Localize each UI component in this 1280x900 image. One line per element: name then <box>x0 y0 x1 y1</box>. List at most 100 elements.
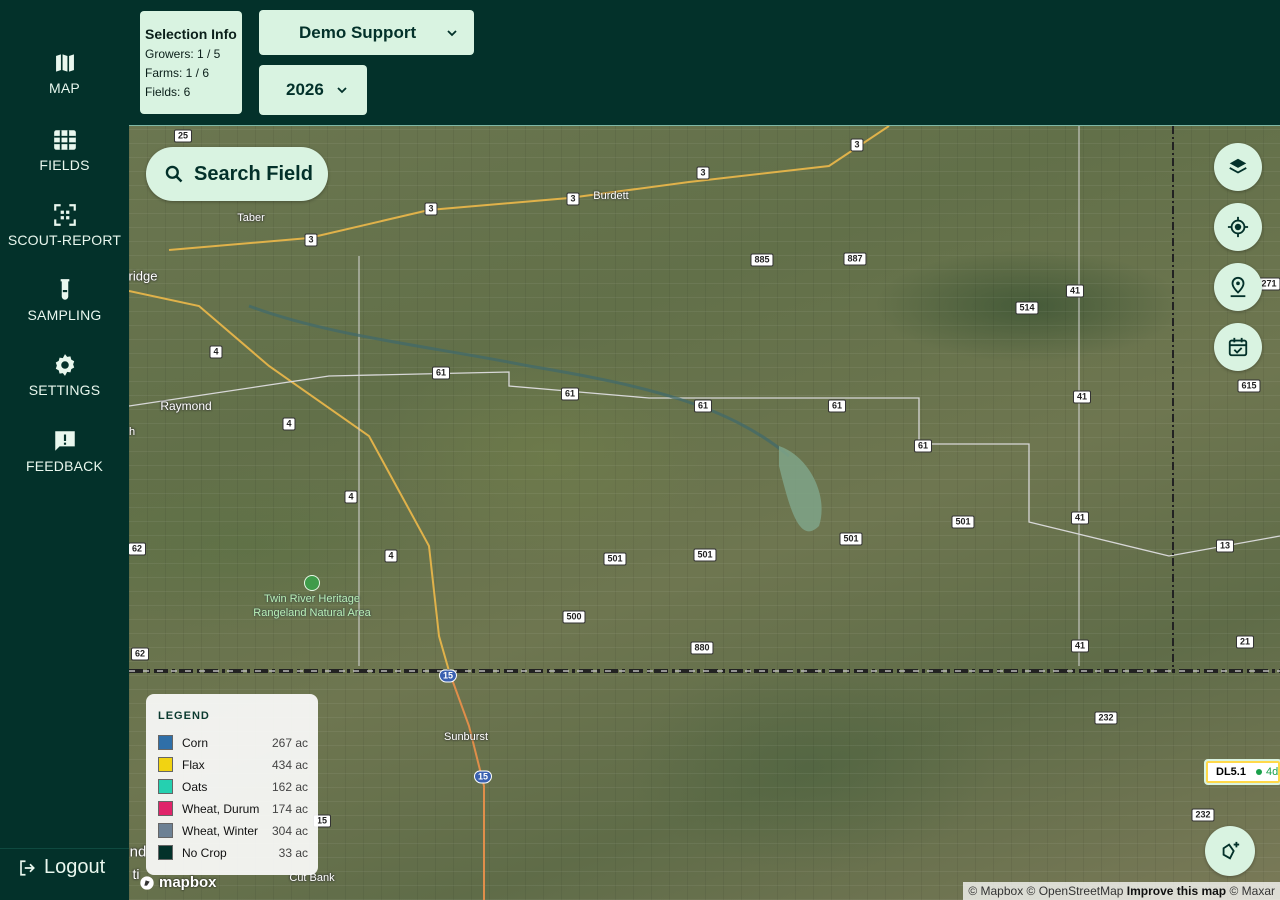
sidebar-item-label: FEEDBACK <box>25 458 104 474</box>
map-label-raymond: Raymond <box>160 399 212 413</box>
legend-panel: LEGEND Corn 267 ac Flax 434 ac Oats 162 ac … <box>146 694 318 875</box>
legend-item-acres: 174 ac <box>271 801 308 816</box>
map-pin-icon <box>1230 276 1246 298</box>
attribution-maxar-link[interactable]: © Maxar <box>1229 884 1275 898</box>
scan-icon <box>53 204 76 226</box>
legend-item-acres: 267 ac <box>271 735 308 750</box>
attribution-osm-link[interactable]: © OpenStreetMap <box>1027 884 1124 898</box>
logout-label: Logout <box>44 856 106 878</box>
sidebar-item-label: FIELDS <box>39 157 90 173</box>
road-shield: 500 <box>562 610 586 624</box>
sidebar-item-label: SETTINGS <box>28 382 101 398</box>
sidebar-item-map[interactable]: MAP <box>0 50 129 96</box>
logout-icon <box>20 859 35 876</box>
interstate-shield: 15 <box>438 669 458 683</box>
sidebar: MAP FIELDS SCOUT-REPORT SAMPLING SETTING… <box>0 0 130 900</box>
road-shield: 232 <box>1191 808 1215 822</box>
add-field-button[interactable] <box>1205 826 1255 876</box>
legend-item-acres: 162 ac <box>271 779 308 794</box>
road-shield: 4 <box>209 345 223 359</box>
legend-swatch <box>158 735 173 750</box>
mapbox-logo[interactable]: mapbox <box>139 874 217 891</box>
road-shield: 61 <box>827 399 847 413</box>
satellite-map[interactable]: Taber Burdett ridge Raymond h Sunburst C… <box>129 126 1280 900</box>
attribution-mapbox-link[interactable]: © Mapbox <box>968 884 1023 898</box>
grower-select[interactable]: Demo Support <box>259 10 474 55</box>
mapbox-logo-text: mapbox <box>159 874 217 891</box>
add-polygon-icon <box>1222 841 1240 860</box>
chevron-down-icon <box>337 87 347 94</box>
map-label-nd: nd <box>129 843 147 861</box>
layers-icon <box>1229 158 1247 174</box>
legend-item-name: Wheat, Winter <box>182 823 259 838</box>
pin-button[interactable] <box>1214 263 1262 311</box>
selection-info-title: Selection Info <box>145 26 237 42</box>
road-shield: 887 <box>843 252 867 266</box>
road-shield: 3 <box>850 138 864 152</box>
map-icon <box>53 52 76 74</box>
field-badge-label: DL5.1 <box>1216 766 1246 778</box>
selection-info-growers: Growers: 1 / 5 <box>145 47 221 61</box>
calendar-button[interactable] <box>1214 323 1262 371</box>
field-badge-age: 4d <box>1265 766 1279 778</box>
legend-item: No Crop 33 ac <box>158 845 308 860</box>
road-shield: 501 <box>693 548 717 562</box>
status-dot <box>1255 769 1262 775</box>
legend-item-acres: 33 ac <box>278 845 308 860</box>
locate-button[interactable] <box>1214 203 1262 251</box>
search-field-button[interactable]: Search Field <box>146 147 328 201</box>
interstate-shield: 15 <box>473 770 493 784</box>
field-badge[interactable]: DL5.1 4d <box>1204 759 1280 785</box>
road-shield: 501 <box>603 552 627 566</box>
legend-item: Wheat, Durum 174 ac <box>158 801 308 816</box>
park-label-line-1: Twin River Heritage <box>264 593 360 605</box>
sidebar-item-scout-report[interactable]: SCOUT-REPORT <box>0 202 129 248</box>
road-shield: 885 <box>750 253 774 267</box>
sidebar-item-label: SAMPLING <box>27 307 102 323</box>
layers-button[interactable] <box>1214 143 1262 191</box>
road-shield: 3 <box>566 192 580 206</box>
road-shield: 21 <box>1235 635 1255 649</box>
improve-map-link[interactable]: Improve this map <box>1127 884 1226 898</box>
logout-button[interactable]: Logout <box>18 856 105 879</box>
map-label-sunburst: Sunburst <box>443 731 489 743</box>
legend-swatch <box>158 779 173 794</box>
road-shield: 3 <box>304 233 318 247</box>
calendar-check-icon <box>1228 337 1248 357</box>
legend-swatch <box>158 845 173 860</box>
road-shield: 501 <box>951 515 975 529</box>
road-shield: 61 <box>913 439 933 453</box>
road-shield: 25 <box>173 129 193 143</box>
road-shield: 61 <box>560 387 580 401</box>
search-icon <box>165 165 183 183</box>
road-shield: 62 <box>130 647 150 661</box>
legend-item: Oats 162 ac <box>158 779 308 794</box>
legend-item-name: Oats <box>182 779 208 794</box>
road-shield: 4 <box>344 490 358 504</box>
legend-swatch <box>158 823 173 838</box>
year-select-value: 2026 <box>286 80 324 99</box>
legend-swatch <box>158 801 173 816</box>
selection-info-fields: Fields: 6 <box>145 85 191 99</box>
map-label-ridge: ridge <box>129 268 158 284</box>
sidebar-item-settings[interactable]: SETTINGS <box>0 352 129 398</box>
sidebar-item-sampling[interactable]: SAMPLING <box>0 277 129 323</box>
legend-item-name: No Crop <box>182 845 227 860</box>
year-select[interactable]: 2026 <box>259 65 367 115</box>
legend-item-acres: 434 ac <box>271 757 308 772</box>
search-field-label: Search Field <box>194 162 313 185</box>
crosshair-icon <box>1227 216 1249 238</box>
road-shield: 880 <box>690 641 714 655</box>
legend-item-name: Corn <box>182 735 209 750</box>
gear-icon <box>55 354 74 376</box>
road-shield: 41 <box>1070 511 1090 525</box>
legend-item: Wheat, Winter 304 ac <box>158 823 308 838</box>
sidebar-item-fields[interactable]: FIELDS <box>0 127 129 173</box>
selection-info-farms: Farms: 1 / 6 <box>145 66 210 80</box>
road-shield: 514 <box>1015 301 1039 315</box>
sidebar-item-label: SCOUT-REPORT <box>7 232 122 248</box>
road-shield: 4 <box>282 417 296 431</box>
legend-item-acres: 304 ac <box>271 823 308 838</box>
sidebar-item-feedback[interactable]: FEEDBACK <box>0 428 129 474</box>
road-shield: 615 <box>1237 379 1261 393</box>
